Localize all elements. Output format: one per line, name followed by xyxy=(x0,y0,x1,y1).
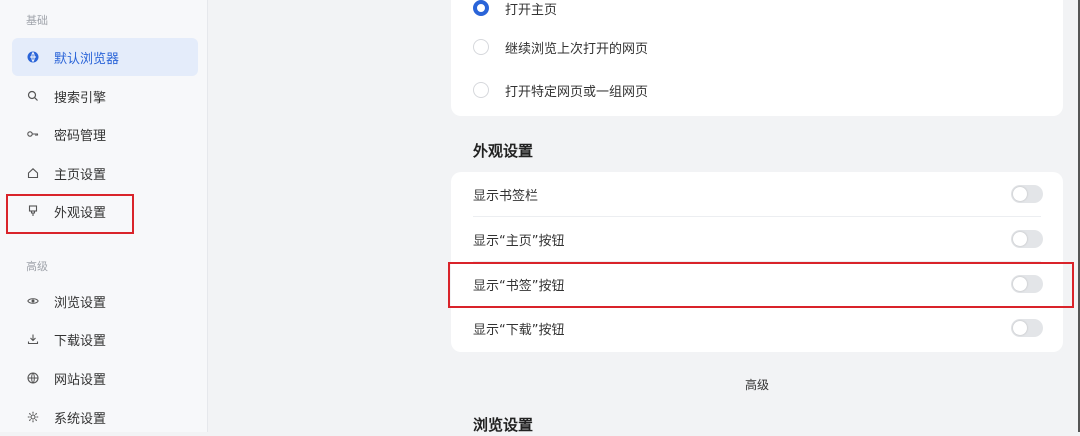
sidebar-item-label: 主页设置 xyxy=(54,167,107,183)
sidebar-item-label: 下载设置 xyxy=(54,333,107,349)
radio-button[interactable] xyxy=(473,39,489,55)
home-button-toggle[interactable] xyxy=(1011,230,1043,248)
startup-option-continue[interactable]: 继续浏览上次打开的网页 xyxy=(451,25,1063,69)
sidebar-item-label: 搜索引擎 xyxy=(54,90,107,106)
home-icon xyxy=(26,166,40,180)
globe-icon xyxy=(26,371,40,385)
sidebar-item-password[interactable]: 密码管理 xyxy=(12,115,198,153)
toggle-row-download-button: 显示“下载”按钮 xyxy=(451,306,1063,350)
sidebar-item-label: 浏览设置 xyxy=(54,295,107,311)
sidebar-item-search-engine[interactable]: 搜索引擎 xyxy=(12,77,198,115)
sidebar-item-download[interactable]: 下载设置 xyxy=(12,320,198,358)
startup-option-specific[interactable]: 打开特定网页或一组网页 xyxy=(451,68,1063,112)
appearance-heading: 外观设置 xyxy=(473,142,534,160)
bookmark-bar-toggle[interactable] xyxy=(1011,185,1043,203)
toggle-label: 显示“主页”按钮 xyxy=(473,233,565,249)
sidebar-item-home[interactable]: 主页设置 xyxy=(12,154,198,192)
sidebar-highlight-box xyxy=(6,194,134,234)
key-icon xyxy=(26,127,40,141)
download-button-toggle[interactable] xyxy=(1011,319,1043,337)
main-content: 打开主页 继续浏览上次打开的网页 打开特定网页或一组网页 外观设置 显示书签栏 … xyxy=(209,0,1080,434)
download-icon xyxy=(26,332,40,346)
sidebar-item-label: 默认浏览器 xyxy=(54,51,120,67)
startup-option-label: 打开特定网页或一组网页 xyxy=(505,84,649,100)
section-label-advanced: 高级 xyxy=(26,260,48,273)
eye-icon xyxy=(26,294,40,308)
radio-button[interactable] xyxy=(473,82,489,98)
sidebar-item-label: 网站设置 xyxy=(54,372,107,388)
globe-filled-icon xyxy=(26,50,40,64)
bookmarks-row-highlight-box xyxy=(448,262,1074,308)
toggle-label: 显示“下载”按钮 xyxy=(473,322,565,338)
sidebar-item-label: 系统设置 xyxy=(54,411,107,427)
section-label-basic: 基础 xyxy=(26,14,48,27)
startup-option-label: 打开主页 xyxy=(505,2,558,18)
sidebar-item-browsing[interactable]: 浏览设置 xyxy=(12,282,198,320)
sidebar-item-website[interactable]: 网站设置 xyxy=(12,359,198,397)
sidebar-item-system[interactable]: 系统设置 xyxy=(12,398,198,436)
startup-options-card: 打开主页 继续浏览上次打开的网页 打开特定网页或一组网页 xyxy=(451,0,1063,116)
advanced-label: 高级 xyxy=(744,378,769,392)
gear-icon xyxy=(26,410,40,424)
startup-option-label: 继续浏览上次打开的网页 xyxy=(505,41,649,57)
toggle-label: 显示书签栏 xyxy=(473,188,539,204)
sidebar-item-default-browser[interactable]: 默认浏览器 xyxy=(12,38,198,76)
sidebar-item-label: 密码管理 xyxy=(54,128,107,144)
toggle-row-home-button: 显示“主页”按钮 xyxy=(451,217,1063,261)
radio-button[interactable] xyxy=(473,0,489,16)
search-icon xyxy=(26,89,40,103)
toggle-row-bookmark-bar: 显示书签栏 xyxy=(451,172,1063,216)
